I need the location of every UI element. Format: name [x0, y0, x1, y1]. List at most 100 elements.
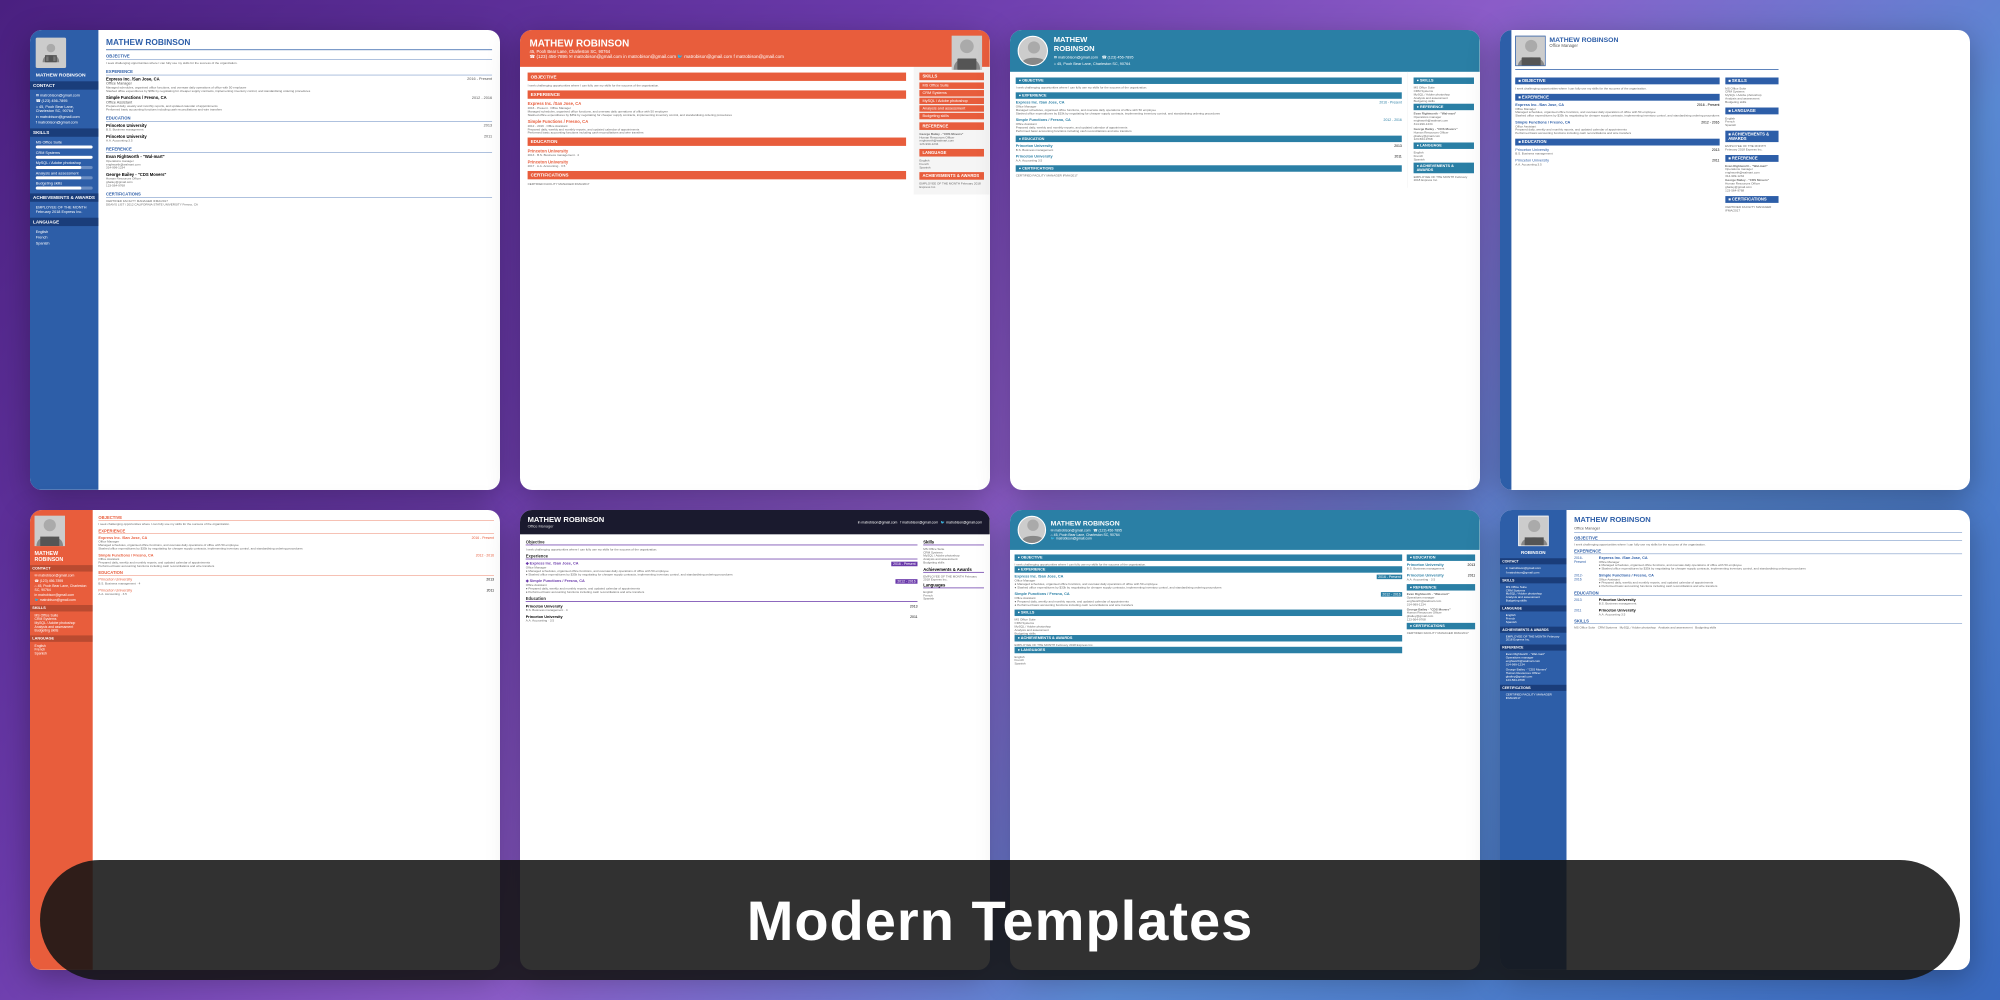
card8-ref-2: George Bailey - "CDS Movers" Human Resou…	[1506, 668, 1561, 682]
card1-name: MATHEW ROBINSON	[36, 72, 93, 78]
card5-job-2: 2012 - 2016 Simple Functions / Fresno, C…	[98, 553, 494, 567]
card2-edu-2: Princeton University 2017 · A.A. Account…	[528, 160, 907, 168]
card1-obj-title: OBJECTIVE	[106, 54, 492, 60]
card1-edu-2: 2011 Princeton University A.A. Accountin…	[106, 135, 492, 143]
card6-title: Office Manager	[528, 524, 605, 528]
card8-ach-title: ACHIEVEMENTS & AWARDS	[1500, 627, 1567, 633]
resume-card-3[interactable]: MATHEWROBINSON ✉ matrobison@gmail.com ☎ …	[1010, 30, 1480, 490]
card3-skills: MS Office SuiteCRM SystemsMySQL / Adobe …	[1414, 86, 1474, 103]
card6-edu-title: Education	[526, 597, 918, 602]
card4-skills-title: ■ SKILLS	[1725, 78, 1778, 85]
card8-skills-title: SKILLS	[1500, 577, 1567, 583]
card8-exp-title: EXPERIENCE	[1574, 549, 1962, 554]
card3-header-info: MATHEWROBINSON ✉ matrobison@gmail.com ☎ …	[1054, 36, 1134, 66]
card3-ach: EMPLOYEE OF THE MONTH February 2018 Expr…	[1414, 175, 1474, 182]
card8-title: Office Manager	[1574, 526, 1962, 532]
card7-ach-title: ● ACHIEVEMENTS & AWARDS	[1015, 635, 1403, 641]
card2-ref-title: REFERENCE	[919, 122, 984, 130]
card8-contact-title: CONTACT	[1500, 558, 1567, 564]
card1-exp-title: EXPERIENCE	[106, 70, 492, 76]
card1-lang-en: English	[36, 230, 93, 234]
card5-job-1: 2016 - Present Express Inc. /San Jose, C…	[98, 536, 494, 550]
card1-facebook: f matrobison@gmail.com	[36, 120, 93, 124]
card1-skills-title: SKILLS	[30, 128, 98, 136]
card2-header: MATHEW ROBINSON 45, Pooh Bear Lane, Char…	[520, 30, 990, 67]
card1-edu-title: EDUCATION	[106, 116, 492, 122]
card7-ref-title: ● REFERENCE	[1407, 584, 1475, 590]
card2-cert-title: CERTIFICATIONS	[528, 171, 907, 179]
card4-header: MATHEW ROBINSON Office Manager	[1515, 36, 1778, 70]
card6-ach-title: Achievements & Awards	[923, 567, 984, 572]
card2-exp-title: EXPERIENCE	[528, 90, 907, 98]
card6-lang-title: Languages	[923, 583, 984, 588]
card4-name: MATHEW ROBINSON	[1549, 36, 1618, 44]
card8-obj-title: OBJECTIVE	[1574, 536, 1962, 541]
card7-job-2: 2012 - 2016 Simple Functions / Fresno, C…	[1015, 592, 1403, 606]
card4-accent-bar	[1500, 30, 1511, 490]
card1-edu-1: 2013 Princeton University B.S. Business …	[106, 123, 492, 131]
card8-cert-title: CERTIFICATIONS	[1500, 685, 1567, 691]
card3-job-1: 2016 - Present Express Inc. /San Jose, C…	[1016, 101, 1402, 115]
card4-edu-1: 2013 Princeton University B.S. Business …	[1515, 148, 1719, 156]
card8-edu-title: EDUCATION	[1574, 591, 1962, 596]
card1-ach-title: Achievements & Awards	[30, 193, 98, 201]
card4-title: Office Manager	[1549, 44, 1618, 49]
card3-main: ● OBJECTIVE I seek challenging opportuni…	[1010, 72, 1408, 188]
card7-header-info: MATHEW ROBINSON ✉ matrobison@gmail.com ☎…	[1051, 519, 1122, 540]
card6-ach: EMPLOYEE OF THE MONTH February 2018 Expr…	[923, 575, 984, 582]
card6-skills-title: Skills	[923, 540, 984, 545]
card1-email: ✉ matrobison@gmail.com	[36, 93, 93, 97]
card4-avatar	[1515, 36, 1545, 66]
resume-card-1[interactable]: MATHEW ROBINSON Contact ✉ matrobison@gma…	[30, 30, 500, 490]
card2-sidebar: SKILLS MS Office Suite CRM Systems MySQL…	[914, 67, 990, 195]
resume-card-4[interactable]: MATHEW ROBINSON Office Manager ■ OBJECTI…	[1500, 30, 1970, 490]
card5-lang: EnglishFrenchSpanish	[35, 644, 89, 655]
card7-header: MATHEW ROBINSON ✉ matrobison@gmail.com ☎…	[1010, 510, 1480, 550]
card8-lang-title: LANGUAGE	[1500, 605, 1567, 611]
card3-ach-title: ● ACHIEVEMENTS & AWARDS	[1414, 163, 1474, 174]
modern-templates-banner: Modern Templates	[40, 860, 1960, 980]
card7-name: MATHEW ROBINSON	[1051, 519, 1122, 527]
resume-card-2[interactable]: MATHEW ROBINSON 45, Pooh Bear Lane, Char…	[520, 30, 990, 490]
card6-job-2: 2012 - 2016 ◆ Simple Functions / Fresno,…	[526, 579, 918, 593]
card3-sidebar: ● SKILLS MS Office SuiteCRM SystemsMySQL…	[1408, 72, 1480, 188]
card5-skills-title: SKILLS	[30, 605, 93, 611]
card6-edu-2: 2011 Princeton University A.A. Accountin…	[526, 615, 918, 623]
card2-avatar	[952, 36, 982, 70]
card4-cert: CERTIFIED FACILITY MANAGER IFMA/2017	[1725, 205, 1778, 212]
card7-skills: MS Office SuiteCRM SystemsMySQL / Adobe …	[1015, 618, 1403, 635]
card8-ach: EMPLOYEE OF THE MONTH February 2018 Expr…	[1506, 635, 1561, 642]
card1-skill-1: MS Office Suite	[36, 141, 93, 149]
card2-ref-1: George Bailey - "CDS Movers" Human Resou…	[919, 132, 984, 146]
card3-ref-title: ● REFERENCE	[1414, 104, 1474, 110]
card8-email: in matrobison@gmail.com	[1506, 566, 1561, 569]
card5-exp-title: EXPERIENCE	[98, 529, 494, 534]
card4-ref-2: George Bailey - "CDS Movers" Human Resou…	[1725, 179, 1778, 193]
card7-obj-title: ● OBJECTIVE	[1015, 554, 1403, 560]
card8-job-1: 2016-Present Express Inc. /San Jose, CA …	[1574, 556, 1962, 570]
card7-exp-title: ● EXPERIENCE	[1015, 566, 1403, 572]
card1-objective-text: I seek challenging opportunities where I…	[106, 62, 492, 65]
card1-skill-3: MySQL / Adobe photoshop	[36, 161, 93, 169]
card4-objective: I seek challenging opportunities where I…	[1515, 87, 1719, 90]
card6-exp-title: Experience	[526, 554, 918, 559]
card5-address: ⌂ 45, Pooh Bear Lane, Charleston SC, 907…	[35, 584, 89, 592]
card3-edu-1: 2013 Princeton University B.S. Business …	[1016, 144, 1402, 152]
card5-lang-title: LANGUAGE	[30, 635, 93, 641]
card7-main: ● OBJECTIVE I seek challenging opportuni…	[1015, 554, 1403, 665]
card3-contact2: ⌂ 45, Pooh Bear Lane, Charleston SC, 907…	[1054, 62, 1134, 66]
card1-skill-4: Analysis and assessment	[36, 171, 93, 179]
card1-ref-2: George Bailey - "CDS Movers" Human Resou…	[106, 173, 492, 188]
rne-ca-label: RnE CA	[1905, 135, 1945, 147]
card2-contact: ☎ (123) 456-7895 ✉ matrobison@gmail.com …	[530, 54, 981, 59]
card4-left: ■ OBJECTIVE I seek challenging opportuni…	[1515, 74, 1719, 212]
card2-main: OBJECTIVE I seek challenging opportuniti…	[520, 67, 914, 195]
card5-phone: ☎ (123) 456-7895	[35, 579, 89, 583]
card1-main: MATHEW ROBINSON OBJECTIVE I seek challen…	[98, 30, 499, 490]
card6-body: Objective I seek challenging opportuniti…	[520, 534, 990, 631]
card3-name: MATHEWROBINSON	[1054, 36, 1134, 53]
card4-lang: EnglishFrenchSpanish	[1725, 117, 1778, 127]
card3-cert-title: ● CERTIFICATIONS	[1016, 165, 1402, 171]
card1-achievement: EMPLOYEE OF THE MONTH February 2018 Expr…	[36, 206, 93, 214]
card7-social: 🐦 matrobison@gmail.com	[1051, 536, 1122, 540]
